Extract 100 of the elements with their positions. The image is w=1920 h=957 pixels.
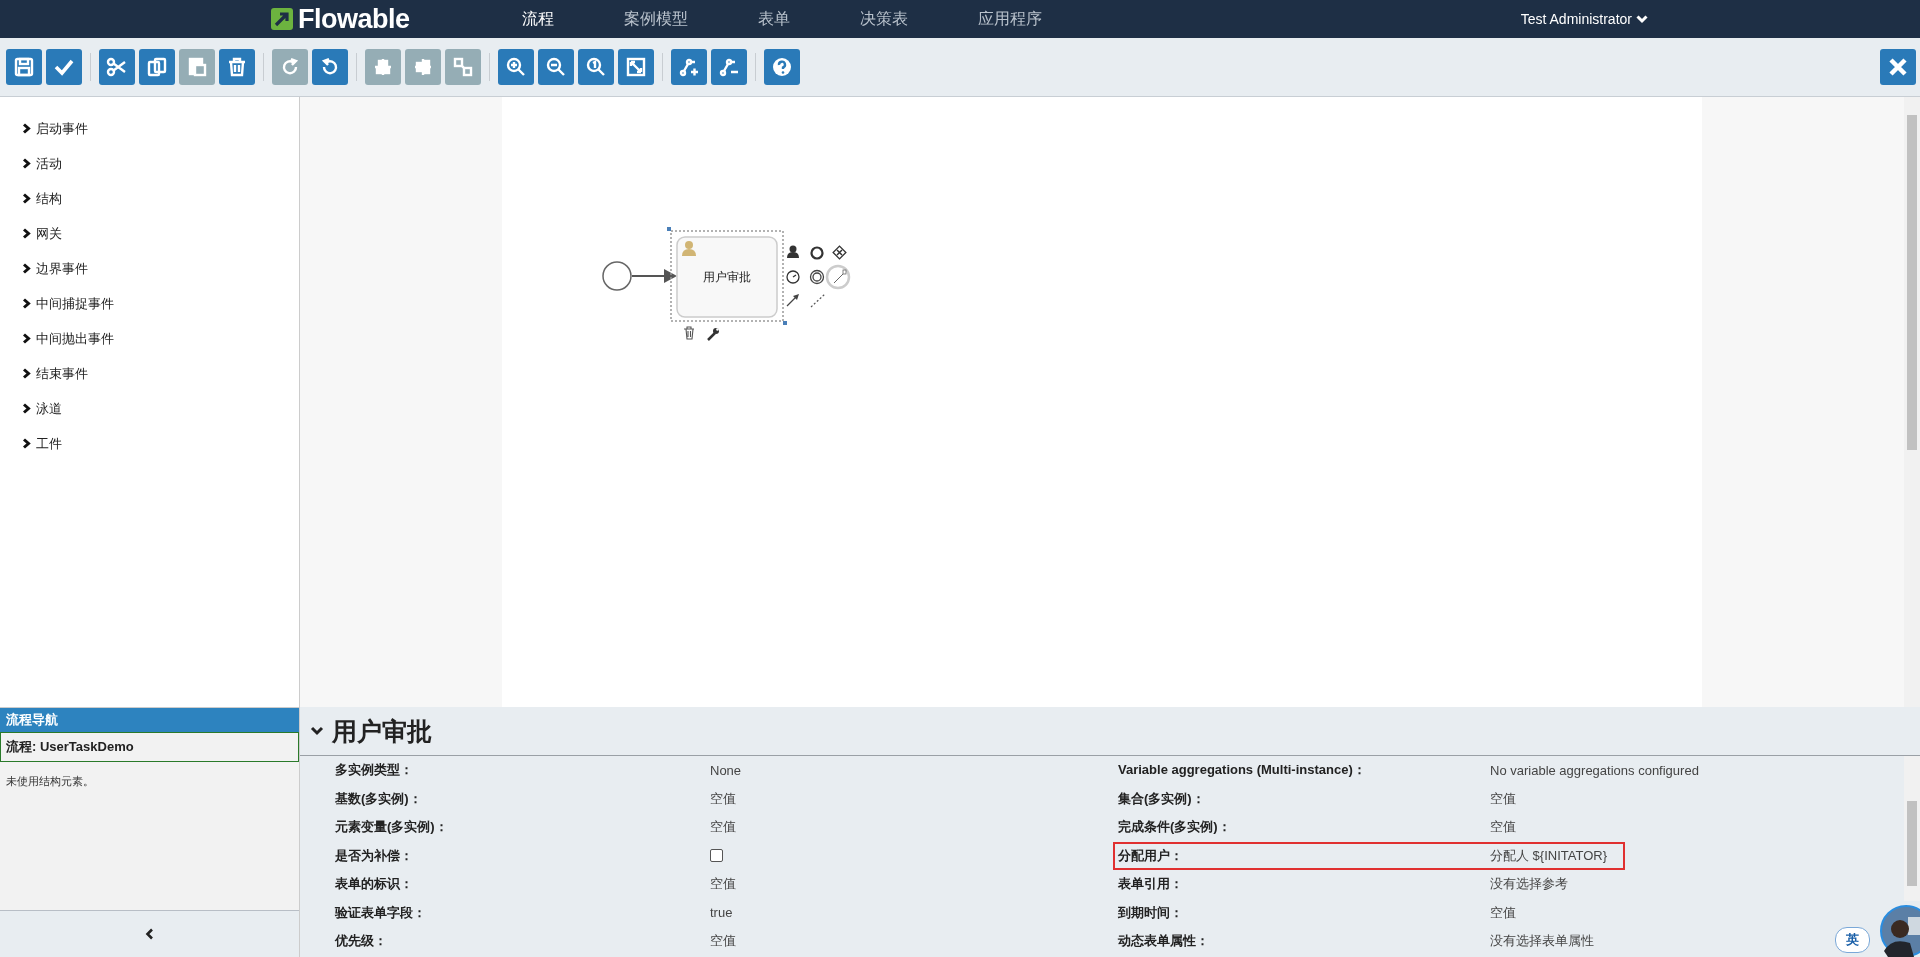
scrollbar[interactable] (1904, 97, 1920, 707)
validate-button[interactable] (46, 49, 82, 85)
chevron-down-icon[interactable] (310, 725, 324, 737)
palette-group[interactable]: 启动事件 (0, 111, 299, 146)
property-value[interactable]: 分配人 ${INITATOR} (1490, 846, 1608, 865)
property-label: 分配用户： (1118, 846, 1184, 865)
start-event[interactable] (602, 261, 632, 291)
chevron-icon (22, 158, 31, 169)
zoom-in-button[interactable] (498, 49, 534, 85)
process-item[interactable]: 流程: UserTaskDemo (0, 732, 299, 762)
property-value[interactable]: 空值 (1490, 818, 1516, 837)
property-value[interactable]: 没有选择参考 (1490, 875, 1568, 894)
property-value[interactable]: 空值 (710, 932, 736, 951)
chevron-left-icon (145, 928, 154, 940)
delete-button[interactable] (219, 49, 255, 85)
palette-group[interactable]: 边界事件 (0, 251, 299, 286)
property-label: 到期时间： (1118, 903, 1184, 922)
property-label: 是否为补偿： (335, 846, 414, 865)
property-label: 元素变量(多实例)： (335, 818, 449, 837)
zoom-out-button[interactable] (538, 49, 574, 85)
navigator-title: 流程导航 (0, 708, 299, 732)
palette-group[interactable]: 中间捕捉事件 (0, 286, 299, 321)
zoom-out-icon (545, 56, 567, 78)
sequence-flow-arrow[interactable] (631, 269, 677, 283)
scrollbar[interactable] (1904, 756, 1920, 901)
paste-icon (186, 56, 208, 78)
property-value[interactable]: No variable aggregations configured (1490, 762, 1699, 778)
association-icon[interactable] (810, 293, 826, 308)
palette-group[interactable]: 中间抛出事件 (0, 321, 299, 356)
palette-group[interactable]: 结构 (0, 181, 299, 216)
property-value[interactable]: 空值 (1490, 903, 1516, 922)
intermediate-event-icon[interactable] (809, 269, 825, 285)
close-button[interactable] (1880, 49, 1916, 85)
user-icon (682, 241, 696, 256)
close-icon (1887, 56, 1909, 78)
property-label: 表单的标识： (335, 875, 414, 894)
property-label: Variable aggregations (Multi-instance)： (1118, 761, 1367, 780)
align-vertical-icon (412, 56, 434, 78)
chevron-icon (22, 263, 31, 274)
property-value[interactable]: 空值 (710, 818, 736, 837)
palette-group[interactable]: 结束事件 (0, 356, 299, 391)
property-label: 动态表单属性： (1118, 932, 1210, 951)
palette-group[interactable]: 泳道 (0, 391, 299, 426)
property-label: 表单引用： (1118, 875, 1184, 894)
user-icon[interactable] (787, 245, 799, 258)
end-event-icon[interactable] (810, 246, 824, 260)
remove-bendpoint-icon (718, 56, 740, 78)
properties-title: 用户审批 (332, 715, 432, 747)
property-value[interactable]: true (710, 905, 733, 921)
trash-icon (226, 56, 248, 78)
property-value[interactable]: 空值 (710, 875, 736, 894)
nav-tab[interactable]: 表单 (758, 8, 790, 30)
zoom-actual-button[interactable] (578, 49, 614, 85)
chevron-icon (22, 193, 31, 204)
chevron-icon (22, 403, 31, 414)
zoom-in-icon (505, 56, 527, 78)
property-value[interactable]: 空值 (1490, 789, 1516, 808)
property-label: 验证表单字段： (335, 903, 427, 922)
cut-button[interactable] (99, 49, 135, 85)
trash-icon[interactable] (683, 326, 695, 340)
nav-tab[interactable]: 决策表 (860, 8, 908, 30)
bend-remove-button[interactable] (711, 49, 747, 85)
property-label: 基数(多实例)： (335, 789, 423, 808)
copy-button[interactable] (139, 49, 175, 85)
chevron-icon (22, 438, 31, 449)
logo-icon (270, 7, 294, 31)
palette-group[interactable]: 工件 (0, 426, 299, 461)
ime-indicator[interactable]: 英 (1835, 927, 1870, 953)
chevron-icon (22, 333, 31, 344)
navigator-message: 未使用结构元素。 (5, 774, 95, 789)
zoom-fit-button[interactable] (618, 49, 654, 85)
user-menu[interactable]: Test Administrator (1520, 11, 1648, 27)
property-label: 完成条件(多实例)： (1118, 818, 1232, 837)
chevron-icon (22, 298, 31, 309)
save-button[interactable] (6, 49, 42, 85)
property-value[interactable]: 没有选择表单属性 (1490, 932, 1594, 951)
nav-tab[interactable]: 案例模型 (624, 8, 688, 30)
add-bendpoint-icon (678, 56, 700, 78)
same-size-icon (452, 56, 474, 78)
property-value[interactable]: 空值 (710, 789, 736, 808)
nav-tab[interactable]: 应用程序 (978, 8, 1042, 30)
property-value[interactable]: None (710, 762, 742, 778)
chevron-icon (22, 228, 31, 239)
nav-tab[interactable]: 流程 (522, 8, 554, 30)
chevron-down-icon (1636, 14, 1648, 24)
gateway-icon[interactable] (832, 245, 847, 260)
palette-group[interactable]: 网关 (0, 216, 299, 251)
help-button[interactable] (764, 49, 800, 85)
help-icon (771, 56, 793, 78)
logo-text: Flowable (298, 3, 410, 35)
timer-event-icon[interactable] (786, 270, 800, 284)
palette-group[interactable]: 活动 (0, 146, 299, 181)
undo-button[interactable] (312, 49, 348, 85)
chevron-icon (22, 368, 31, 379)
bend-add-button[interactable] (671, 49, 707, 85)
checkbox[interactable] (710, 849, 723, 863)
connection-arrow-icon[interactable] (786, 294, 799, 307)
task-label: 用户审批 (703, 270, 751, 284)
wrench-icon[interactable] (707, 328, 719, 341)
zoom-fit-icon (625, 56, 647, 78)
